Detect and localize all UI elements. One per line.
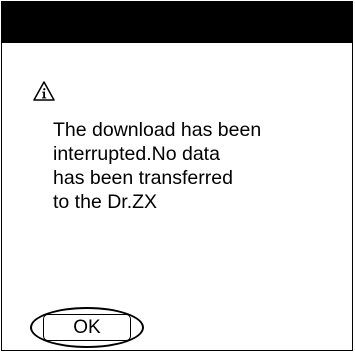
message-line: has been transferred [53,167,233,189]
dialog-title-bar [1,1,353,43]
message-line: The download has been [53,119,262,141]
ok-button[interactable]: OK [43,314,131,341]
dialog-message: The download has been interrupted.No dat… [53,118,323,214]
message-line: to the Dr.ZX [53,191,158,213]
info-warning-icon [33,81,55,101]
message-line: interrupted.No data [53,143,220,165]
